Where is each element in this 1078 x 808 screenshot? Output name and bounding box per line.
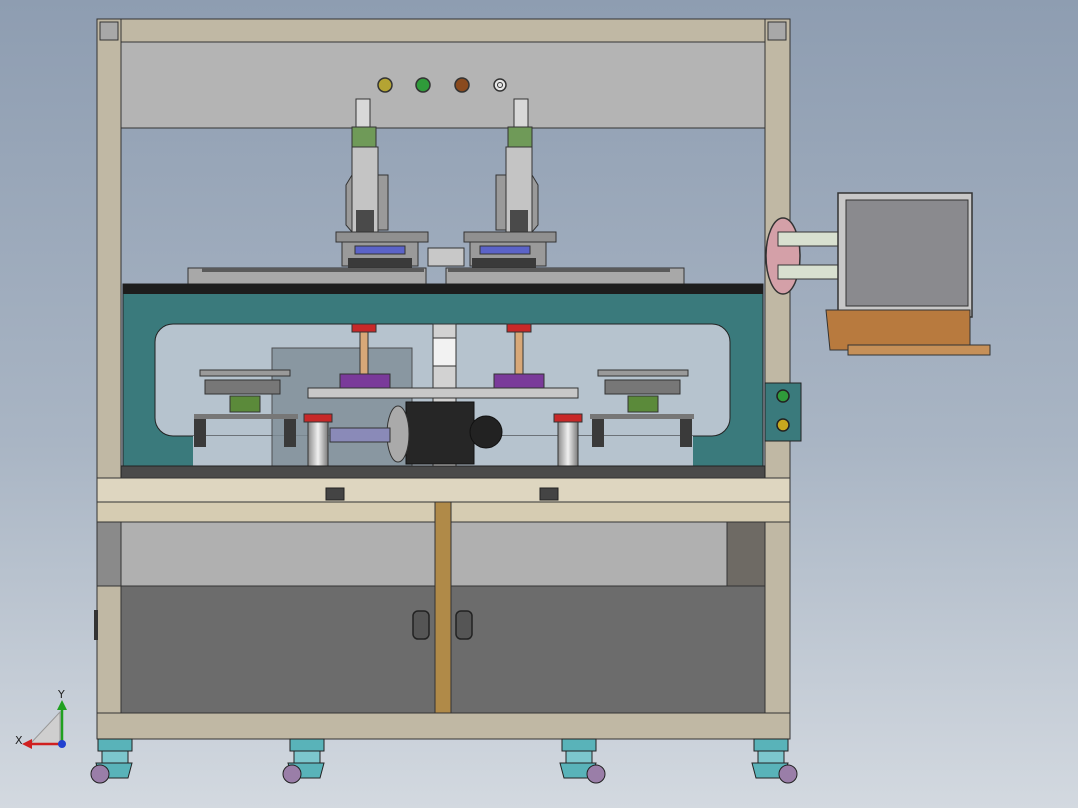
- indicator-light-brown: [454, 77, 470, 93]
- corner-cap-left: [99, 21, 119, 41]
- caster-3: [559, 738, 606, 784]
- indicator-light-yellow: [377, 77, 393, 93]
- cabinet-top-rail: [96, 477, 791, 503]
- frame-left-post: [96, 18, 122, 740]
- control-button-green: [776, 389, 790, 403]
- frame-bottom-beam: [96, 712, 791, 740]
- indicator-light-green: [415, 77, 431, 93]
- cabinet-clip-right: [539, 487, 559, 501]
- control-button-yellow: [776, 418, 790, 432]
- x-axis-label: X: [15, 734, 23, 747]
- y-axis-label: Y: [58, 688, 65, 701]
- cabinet-center-strip: [434, 501, 452, 714]
- axis-triad: [22, 700, 67, 749]
- z-axis-dot: [58, 740, 66, 748]
- monitor-screen: [845, 199, 969, 307]
- door-handle-right: [455, 610, 473, 640]
- door-handle-left: [412, 610, 430, 640]
- press-crossbar: [427, 247, 465, 267]
- casters: [90, 738, 798, 784]
- control-box: [764, 382, 802, 442]
- cabinet-clip-left: [325, 487, 345, 501]
- monitor-arm-mount: [765, 217, 801, 295]
- corner-cap-right: [767, 21, 787, 41]
- caster-4: [751, 738, 798, 784]
- indicator-light-white: [493, 78, 507, 92]
- monitor-assembly: [765, 192, 991, 356]
- cad-viewport[interactable]: X Y: [0, 0, 1078, 808]
- frame-top-beam: [96, 18, 791, 43]
- caster-1: [90, 738, 133, 784]
- top-panel: [120, 41, 766, 129]
- base-bottom-plate: [120, 465, 766, 479]
- machine-drawing: [22, 18, 991, 784]
- keyboard: [847, 344, 991, 356]
- frame-right-post: [764, 18, 791, 740]
- caster-2: [282, 738, 325, 784]
- monitor-tray: [825, 309, 971, 351]
